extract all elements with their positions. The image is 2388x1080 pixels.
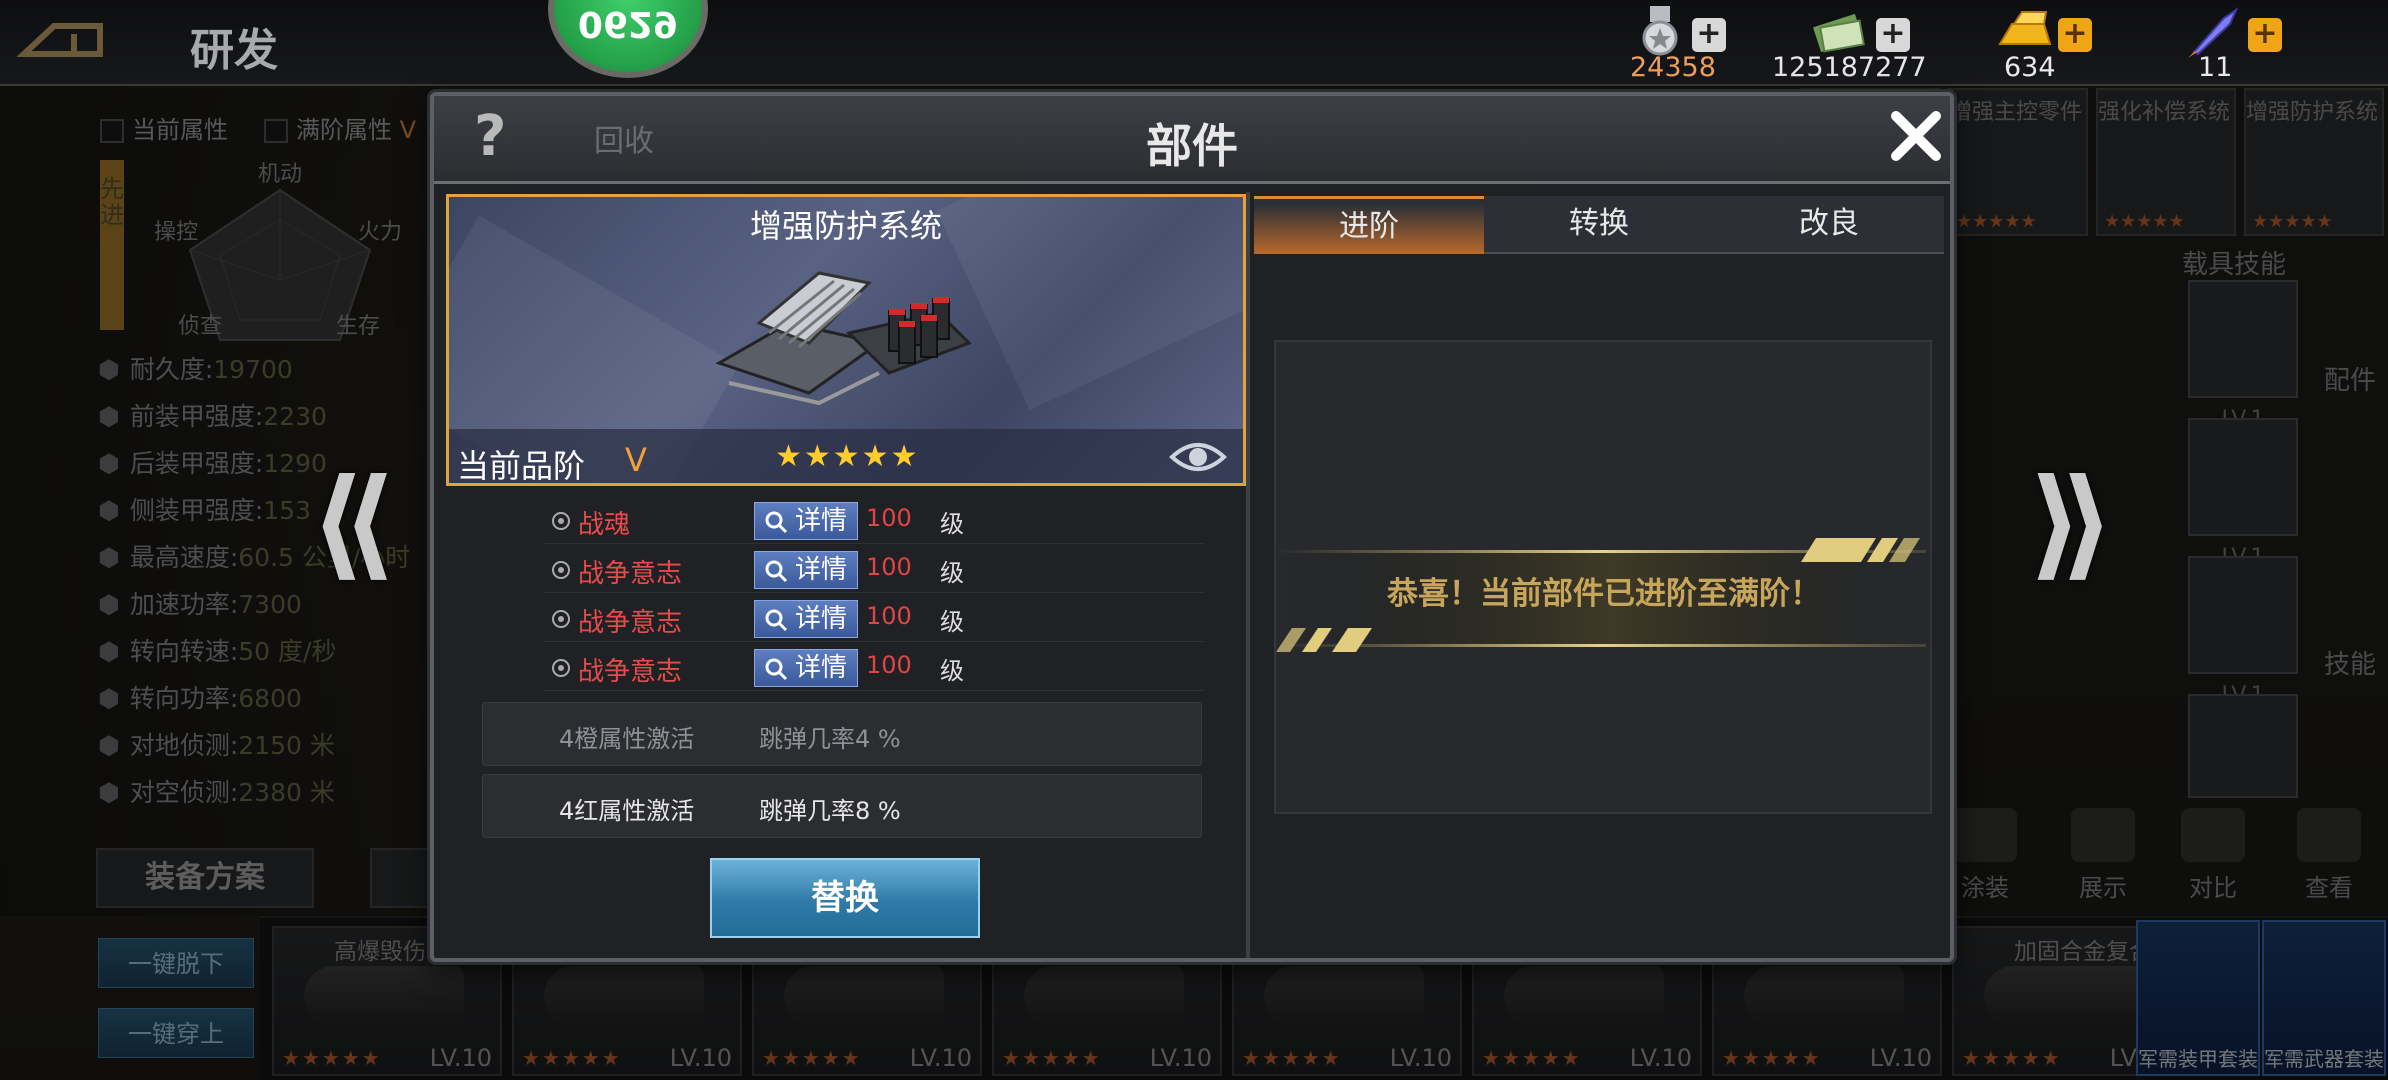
attribute-icon: [552, 512, 570, 530]
detail-button[interactable]: 详情: [754, 551, 858, 589]
attribute-row: 战争意志 详情 100 级: [544, 545, 1204, 593]
bonus-row-orange: 4橙属性激活 跳弹几率4 %: [482, 702, 1202, 766]
modal-title: 部件: [1146, 119, 1238, 173]
attribute-name: 战争意志: [578, 657, 683, 687]
bonus-key: 4红属性激活: [559, 797, 695, 825]
attribute-unit: 级: [940, 510, 964, 538]
attribute-name: 战争意志: [578, 608, 683, 638]
eye-icon[interactable]: [1169, 437, 1227, 477]
grade-bar: 当前品阶 V ★★★★★: [449, 429, 1243, 485]
bonus-key: 4橙属性激活: [559, 725, 695, 753]
add-medal-button[interactable]: +: [1692, 18, 1726, 52]
attribute-icon: [552, 610, 570, 628]
resource-medal: + 24358: [1630, 4, 1750, 84]
attribute-row: 战魂 详情 100 级: [544, 496, 1204, 544]
medal-count: 24358: [1630, 52, 1716, 83]
bonus-value: 跳弹几率4 %: [759, 725, 901, 753]
top-bar: 研发 0629 + 24358 + 125187277 + 634 + 11: [0, 0, 2388, 86]
grade-value: V: [625, 441, 647, 479]
attribute-level: 100: [866, 651, 912, 679]
resource-rocket: + 11: [2184, 4, 2294, 84]
part-modal: ? 回收 部件 增强防护系统 当前品阶 V ★★★★★ 战魂 详情 100 级 …: [430, 92, 1954, 962]
attribute-row: 战争意志 详情 100 级: [544, 594, 1204, 642]
tab-advance[interactable]: 进阶: [1254, 196, 1484, 254]
part-name: 增强防护系统: [749, 207, 942, 245]
magnifier-icon: [765, 658, 788, 681]
attribute-unit: 级: [940, 657, 964, 685]
attribute-level: 100: [866, 553, 912, 581]
player-level-badge[interactable]: 0629: [548, 0, 708, 78]
resource-gold: + 634: [1992, 4, 2102, 84]
detail-button[interactable]: 详情: [754, 502, 858, 540]
cash-count: 125187277: [1772, 52, 1927, 83]
next-part-arrow[interactable]: ⟫: [2028, 464, 2114, 584]
page-title: 研发: [190, 25, 278, 76]
attribute-unit: 级: [940, 559, 964, 587]
add-gold-button[interactable]: +: [2058, 18, 2092, 52]
replace-button[interactable]: 替换: [710, 858, 980, 938]
grade-label: 当前品阶: [457, 447, 586, 485]
magnifier-icon: [765, 560, 788, 583]
attribute-level: 100: [866, 504, 912, 532]
attribute-name: 战魂: [578, 510, 631, 540]
pane-divider: [1246, 192, 1250, 958]
attribute-unit: 级: [940, 608, 964, 636]
attribute-row: 战争意志 详情 100 级: [544, 643, 1204, 691]
modal-header: ? 回收 部件: [434, 96, 1950, 184]
resource-cash: + 125187277: [1772, 4, 1932, 84]
attribute-name: 战争意志: [578, 559, 683, 589]
part-card: 增强防护系统 当前品阶 V ★★★★★: [446, 194, 1246, 486]
max-level-message: 恭喜！当前部件已进阶至满阶！: [1387, 576, 1821, 612]
magnifier-icon: [765, 511, 788, 534]
back-arrow-icon[interactable]: [14, 14, 110, 64]
add-cash-button[interactable]: +: [1876, 18, 1910, 52]
close-icon[interactable]: [1886, 106, 1946, 166]
star-rating: ★★★★★: [775, 439, 920, 474]
bonus-value: 跳弹几率8 %: [759, 797, 901, 825]
attribute-icon: [552, 659, 570, 677]
magnifier-icon: [765, 609, 788, 632]
add-rocket-button[interactable]: +: [2248, 18, 2282, 52]
part-image: [715, 271, 972, 406]
rocket-count: 11: [2198, 52, 2233, 83]
bonus-row-red: 4红属性激活 跳弹几率8 %: [482, 774, 1202, 838]
tab-improve[interactable]: 改良: [1714, 196, 1944, 254]
tab-bar: 进阶 转换 改良: [1254, 196, 1944, 254]
detail-button[interactable]: 详情: [754, 649, 858, 687]
gold-count: 634: [2004, 52, 2056, 83]
attribute-level: 100: [866, 602, 912, 630]
attribute-icon: [552, 561, 570, 579]
detail-button[interactable]: 详情: [754, 600, 858, 638]
tab-convert[interactable]: 转换: [1484, 196, 1714, 254]
previous-part-arrow[interactable]: ⟪: [310, 464, 396, 584]
